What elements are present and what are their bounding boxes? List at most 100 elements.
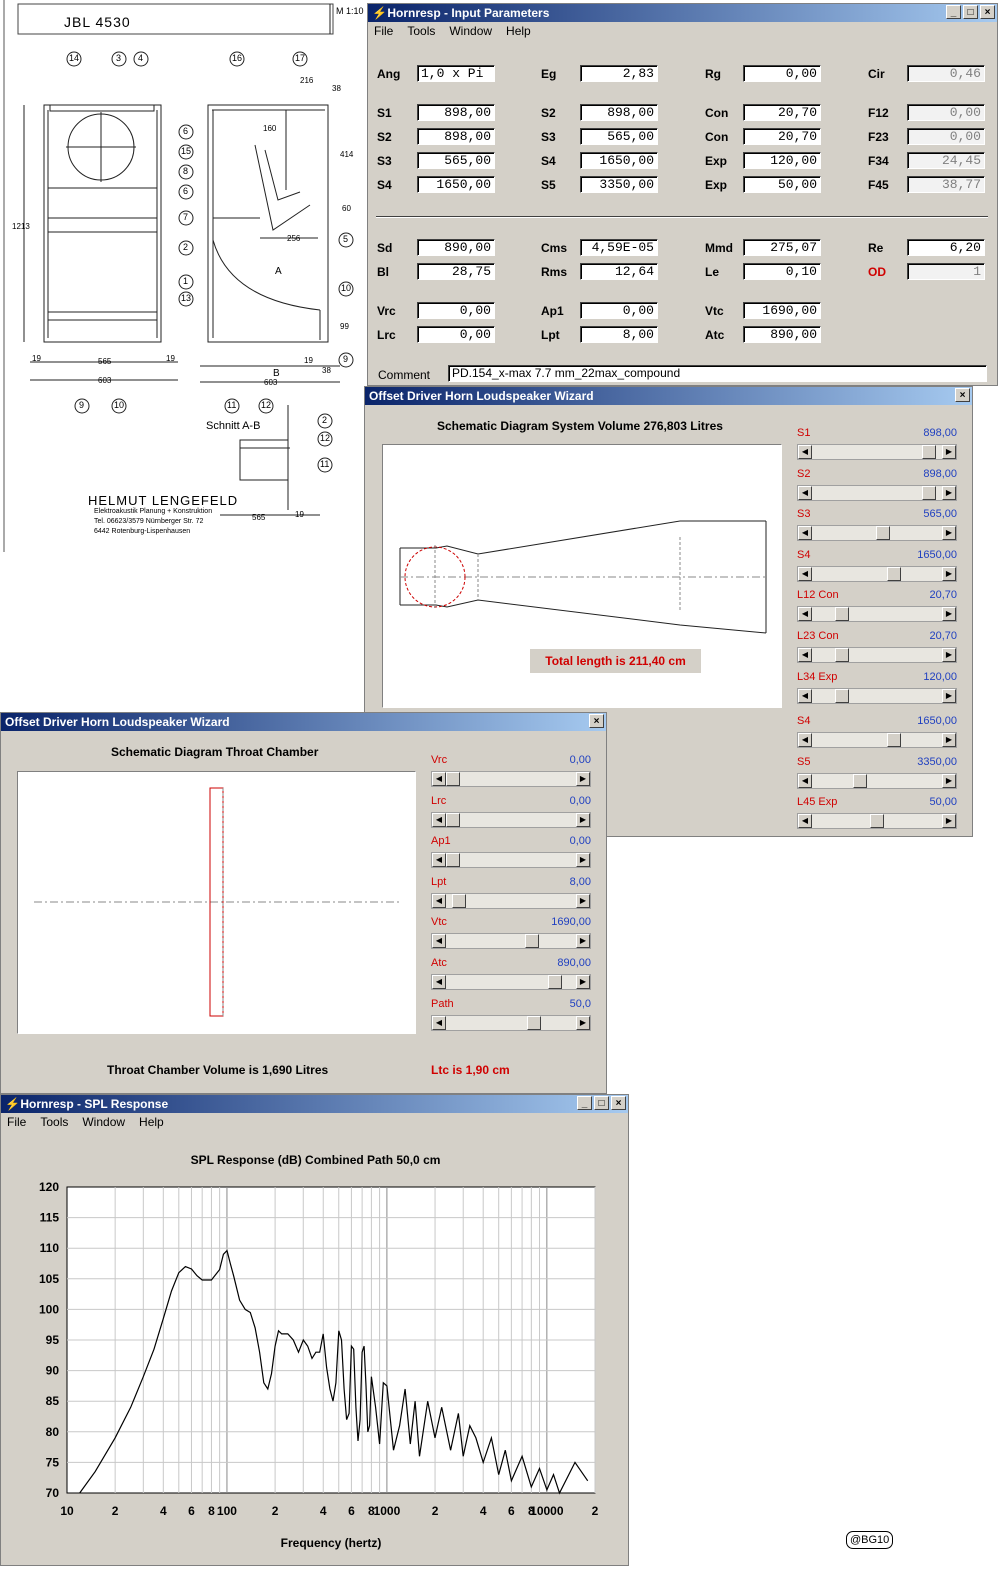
scroll-right-arrow-icon[interactable]: ▶ bbox=[942, 526, 956, 541]
spl-menu-file[interactable]: File bbox=[7, 1113, 26, 1131]
scroll-right-arrow-icon[interactable]: ▶ bbox=[576, 1015, 590, 1030]
scroll-left-arrow-icon[interactable]: ◀ bbox=[798, 688, 812, 703]
menu-help[interactable]: Help bbox=[506, 22, 531, 40]
spl-maximize-button[interactable]: □ bbox=[594, 1096, 609, 1110]
slider-track[interactable]: ◀ ▶ bbox=[431, 852, 591, 869]
slider-thumb[interactable] bbox=[835, 648, 850, 662]
scroll-right-arrow-icon[interactable]: ▶ bbox=[942, 607, 956, 622]
slider-thumb[interactable] bbox=[870, 814, 884, 829]
param-field-s2[interactable]: 898,00 bbox=[417, 128, 495, 145]
slider-thumb[interactable] bbox=[451, 893, 466, 908]
wizard1-titlebar[interactable]: Offset Driver Horn Loudspeaker Wizard × bbox=[365, 387, 972, 405]
scroll-right-arrow-icon[interactable]: ▶ bbox=[576, 975, 590, 989]
param-field-s3[interactable]: 565,00 bbox=[417, 152, 495, 169]
scroll-right-arrow-icon[interactable]: ▶ bbox=[576, 772, 590, 786]
wizard1-close-button[interactable]: × bbox=[955, 388, 970, 402]
maximize-button[interactable]: □ bbox=[963, 5, 978, 19]
param-field-re[interactable]: 6,20 bbox=[907, 239, 985, 256]
menu-file[interactable]: File bbox=[374, 22, 393, 40]
scroll-right-arrow-icon[interactable]: ▶ bbox=[576, 853, 590, 868]
scroll-left-arrow-icon[interactable]: ◀ bbox=[798, 526, 812, 541]
slider-thumb[interactable] bbox=[446, 812, 460, 827]
slider-track[interactable]: ◀ ▶ bbox=[797, 772, 957, 789]
scroll-right-arrow-icon[interactable]: ▶ bbox=[942, 445, 956, 459]
slider-thumb[interactable] bbox=[835, 607, 850, 622]
close-button[interactable]: × bbox=[980, 5, 995, 19]
slider-thumb[interactable] bbox=[548, 975, 563, 989]
slider-track[interactable]: ◀ ▶ bbox=[797, 647, 957, 663]
spl-titlebar[interactable]: ⚡ Hornresp - SPL Response _ □ × bbox=[1, 1095, 628, 1113]
menu-tools[interactable]: Tools bbox=[407, 22, 435, 40]
slider-track[interactable]: ◀ ▶ bbox=[431, 974, 591, 990]
slider-thumb[interactable] bbox=[887, 566, 902, 581]
slider-track[interactable]: ◀ ▶ bbox=[431, 1014, 591, 1031]
scroll-left-arrow-icon[interactable]: ◀ bbox=[432, 1015, 446, 1030]
slider-track[interactable]: ◀ ▶ bbox=[797, 813, 957, 830]
slider-thumb[interactable] bbox=[875, 526, 890, 541]
scroll-right-arrow-icon[interactable]: ▶ bbox=[942, 648, 956, 662]
slider-track[interactable]: ◀ ▶ bbox=[797, 444, 957, 460]
param-field-rms[interactable]: 12,64 bbox=[580, 263, 658, 280]
slider-track[interactable]: ◀ ▶ bbox=[431, 892, 591, 909]
menu-window[interactable]: Window bbox=[449, 22, 492, 40]
param-field-s4[interactable]: 1650,00 bbox=[417, 176, 495, 193]
spl-menu-help[interactable]: Help bbox=[139, 1113, 164, 1131]
slider-track[interactable]: ◀ ▶ bbox=[431, 933, 591, 950]
comment-field[interactable]: PD.154_x-max 7.7 mm_22max_compound bbox=[448, 365, 987, 382]
param-field-s4[interactable]: 1650,00 bbox=[580, 152, 658, 169]
slider-track[interactable]: ◀ ▶ bbox=[797, 732, 957, 749]
param-field-f12[interactable]: 0,00 bbox=[907, 104, 985, 121]
slider-thumb[interactable] bbox=[446, 772, 460, 786]
scroll-left-arrow-icon[interactable]: ◀ bbox=[798, 485, 812, 500]
scroll-right-arrow-icon[interactable]: ▶ bbox=[576, 893, 590, 908]
scroll-left-arrow-icon[interactable]: ◀ bbox=[798, 648, 812, 662]
slider-track[interactable]: ◀ ▶ bbox=[431, 811, 591, 828]
param-field-vtc[interactable]: 1690,00 bbox=[743, 302, 821, 319]
param-field-od[interactable]: 1 bbox=[907, 263, 985, 280]
param-field-atc[interactable]: 890,00 bbox=[743, 326, 821, 343]
param-field-eg[interactable]: 2,83 bbox=[580, 65, 658, 82]
param-field-cir[interactable]: 0,46 bbox=[907, 65, 985, 82]
scroll-right-arrow-icon[interactable]: ▶ bbox=[576, 812, 590, 827]
param-field-ang[interactable]: 1,0 x Pi bbox=[417, 65, 495, 82]
param-field-con[interactable]: 20,70 bbox=[743, 128, 821, 145]
slider-track[interactable]: ◀ ▶ bbox=[797, 525, 957, 542]
scroll-right-arrow-icon[interactable]: ▶ bbox=[942, 485, 956, 500]
slider-thumb[interactable] bbox=[922, 485, 937, 500]
param-field-sd[interactable]: 890,00 bbox=[417, 239, 495, 256]
spl-close-button[interactable]: × bbox=[611, 1096, 626, 1110]
slider-thumb[interactable] bbox=[446, 853, 460, 868]
scroll-left-arrow-icon[interactable]: ◀ bbox=[432, 853, 446, 868]
param-field-exp[interactable]: 50,00 bbox=[743, 176, 821, 193]
param-field-s5[interactable]: 3350,00 bbox=[580, 176, 658, 193]
param-field-con[interactable]: 20,70 bbox=[743, 104, 821, 121]
scroll-left-arrow-icon[interactable]: ◀ bbox=[432, 934, 446, 949]
scroll-left-arrow-icon[interactable]: ◀ bbox=[798, 607, 812, 622]
scroll-left-arrow-icon[interactable]: ◀ bbox=[798, 814, 812, 829]
spl-menu-window[interactable]: Window bbox=[82, 1113, 125, 1131]
scroll-right-arrow-icon[interactable]: ▶ bbox=[942, 733, 956, 748]
param-field-ap1[interactable]: 0,00 bbox=[580, 302, 658, 319]
scroll-left-arrow-icon[interactable]: ◀ bbox=[798, 773, 812, 788]
scroll-right-arrow-icon[interactable]: ▶ bbox=[942, 688, 956, 703]
slider-thumb[interactable] bbox=[835, 688, 850, 703]
spl-minimize-button[interactable]: _ bbox=[577, 1096, 592, 1110]
param-field-lrc[interactable]: 0,00 bbox=[417, 326, 495, 343]
param-field-lpt[interactable]: 8,00 bbox=[580, 326, 658, 343]
wizard2-close-button[interactable]: × bbox=[589, 714, 604, 728]
param-field-le[interactable]: 0,10 bbox=[743, 263, 821, 280]
wizard2-titlebar[interactable]: Offset Driver Horn Loudspeaker Wizard × bbox=[1, 713, 606, 731]
input-window-titlebar[interactable]: ⚡ Hornresp - Input Parameters _ □ × bbox=[368, 4, 997, 22]
scroll-left-arrow-icon[interactable]: ◀ bbox=[798, 733, 812, 748]
param-field-s2[interactable]: 898,00 bbox=[580, 104, 658, 121]
param-field-f23[interactable]: 0,00 bbox=[907, 128, 985, 145]
slider-thumb[interactable] bbox=[922, 445, 937, 459]
scroll-left-arrow-icon[interactable]: ◀ bbox=[798, 445, 812, 459]
param-field-f45[interactable]: 38,77 bbox=[907, 176, 985, 193]
scroll-right-arrow-icon[interactable]: ▶ bbox=[576, 934, 590, 949]
slider-thumb[interactable] bbox=[524, 934, 539, 949]
scroll-right-arrow-icon[interactable]: ▶ bbox=[942, 773, 956, 788]
slider-thumb[interactable] bbox=[527, 1015, 542, 1030]
slider-track[interactable]: ◀ ▶ bbox=[431, 771, 591, 787]
slider-track[interactable]: ◀ ▶ bbox=[797, 687, 957, 704]
